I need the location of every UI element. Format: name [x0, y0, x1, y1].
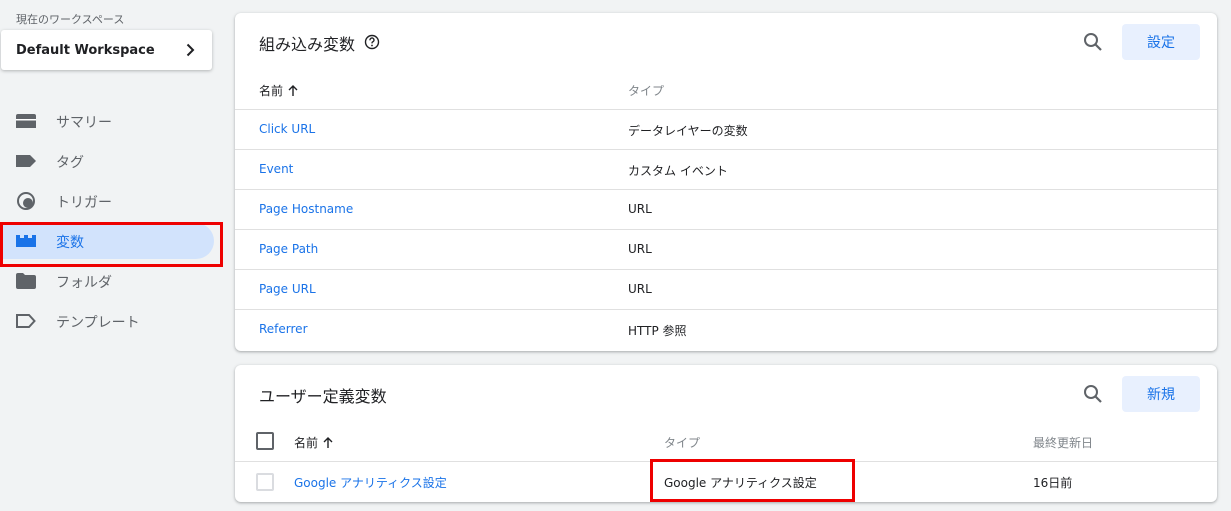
sidebar-item-label: トリガー [56, 195, 112, 211]
last-updated: 16日前 [1033, 476, 1073, 490]
sidebar-item-label: フォルダ [56, 275, 112, 291]
column-label: 名前 [259, 84, 284, 98]
variables-icon [16, 232, 36, 250]
sidebar-item-variables[interactable]: 変数 [0, 221, 224, 261]
variable-name-link[interactable]: Referrer [259, 322, 308, 336]
search-icon[interactable] [1081, 30, 1105, 54]
help-icon[interactable] [364, 34, 380, 50]
column-header-name[interactable]: 名前 [259, 82, 298, 99]
sidebar-item-triggers[interactable]: トリガー [0, 181, 224, 221]
sidebar-item-tags[interactable]: タグ [0, 141, 224, 181]
card-title: 組み込み変数 [259, 35, 356, 54]
configure-button[interactable]: 設定 [1122, 24, 1200, 60]
table-row: Page Hostname URL [235, 189, 1217, 229]
column-header-type: タイプ [664, 436, 701, 450]
builtin-variables-card: 組み込み変数 設定 名前 タイプ Click URL データレイヤーの変数 Ev… [235, 13, 1217, 351]
table-row: Event カスタム イベント [235, 149, 1217, 189]
sidebar-item-label: 変数 [56, 235, 84, 251]
column-header-name[interactable]: 名前 [294, 434, 333, 451]
user-defined-variables-card: ユーザー定義変数 新規 名前 タイプ 最終更新日 Google アナリティクス設… [235, 365, 1217, 502]
sidebar-item-label: タグ [56, 155, 84, 171]
table-row: Google アナリティクス設定 Google アナリティクス設定 16日前 [235, 461, 1217, 501]
variable-name-link[interactable]: Click URL [259, 122, 315, 136]
chevron-right-icon [186, 43, 198, 57]
tag-icon [16, 152, 36, 170]
arrow-up-icon [323, 437, 333, 448]
table-row: Click URL データレイヤーの変数 [235, 109, 1217, 149]
table-row: Page URL URL [235, 269, 1217, 309]
card-title: ユーザー定義変数 [259, 387, 387, 406]
variable-type: URL [628, 282, 652, 296]
variable-name-link[interactable]: Google アナリティクス設定 [294, 474, 447, 491]
column-header-type: タイプ [628, 84, 665, 98]
variable-name-link[interactable]: Event [259, 162, 293, 176]
trigger-icon [16, 192, 36, 210]
sidebar-item-summary[interactable]: サマリー [0, 101, 224, 141]
variable-type: URL [628, 242, 652, 256]
variable-name-link[interactable]: Page Hostname [259, 202, 353, 216]
folder-icon [16, 272, 36, 290]
sidebar-nav: サマリー タグ トリガー 変数 フォルダ テンプレート [0, 101, 224, 341]
variable-type: データレイヤーの変数 [628, 124, 748, 138]
variable-name-link[interactable]: Page Path [259, 242, 318, 256]
column-label: 名前 [294, 436, 319, 450]
arrow-up-icon [288, 85, 298, 96]
new-variable-button[interactable]: 新規 [1122, 376, 1200, 412]
row-checkbox[interactable] [256, 473, 274, 491]
template-icon [16, 312, 36, 330]
variable-type: Google アナリティクス設定 [664, 476, 817, 490]
summary-icon [16, 112, 36, 130]
sidebar-item-label: サマリー [56, 115, 112, 131]
search-icon[interactable] [1081, 382, 1105, 406]
workspace-label: 現在のワークスペース [16, 13, 125, 26]
column-header-updated: 最終更新日 [1033, 436, 1094, 450]
sidebar: 現在のワークスペース Default Workspace サマリー タグ トリガ… [0, 0, 224, 511]
variable-type: URL [628, 202, 652, 216]
variable-name-link[interactable]: Page URL [259, 282, 316, 296]
variable-type: HTTP 参照 [628, 324, 687, 338]
sidebar-item-folders[interactable]: フォルダ [0, 261, 224, 301]
sidebar-item-templates[interactable]: テンプレート [0, 301, 224, 341]
select-all-checkbox[interactable] [256, 432, 274, 450]
variable-type: カスタム イベント [628, 164, 728, 178]
sidebar-item-label: テンプレート [56, 315, 140, 331]
workspace-name: Default Workspace [16, 42, 155, 58]
table-row: Referrer HTTP 参照 [235, 309, 1217, 349]
workspace-selector[interactable]: Default Workspace [1, 30, 212, 70]
table-row: Page Path URL [235, 229, 1217, 269]
